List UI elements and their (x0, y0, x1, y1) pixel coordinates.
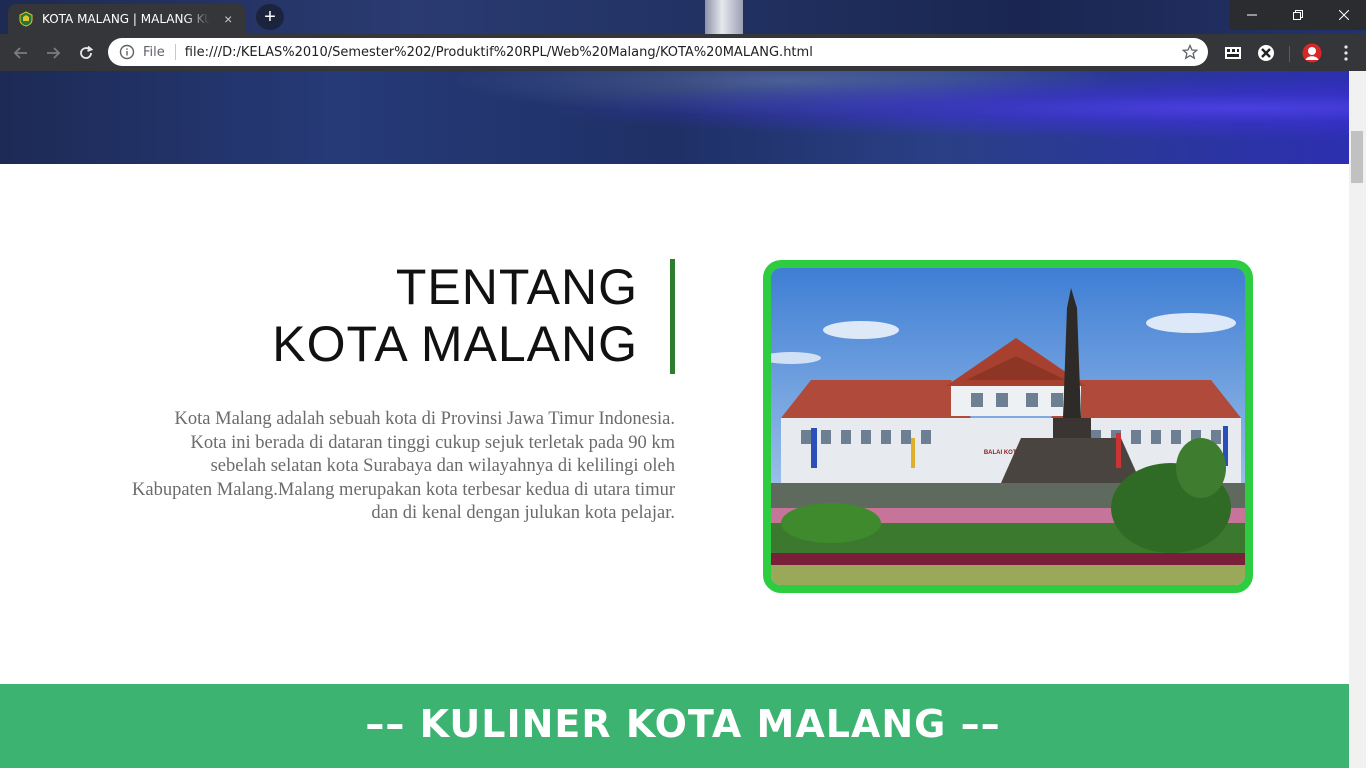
extension-icon[interactable] (1223, 43, 1243, 63)
about-title-line1: TENTANG (395, 259, 638, 315)
about-title: TENTANG KOTA MALANG (272, 259, 638, 373)
address-bar[interactable]: File file:///D:/KELAS%2010/Semester%202/… (108, 38, 1208, 66)
plus-icon[interactable]: + (256, 4, 284, 30)
back-arrow-icon[interactable] (10, 42, 32, 64)
minimize-icon[interactable] (1229, 0, 1275, 30)
vertical-scrollbar[interactable] (1349, 71, 1366, 768)
city-hall-photo: BALAI KOTA MALANG (763, 260, 1253, 593)
about-paragraph-line: Kota ini berada di dataran tinggi cukup … (190, 432, 675, 453)
kuliner-section-header: –– KULINER KOTA MALANG –– (0, 684, 1349, 768)
close-icon[interactable]: × (220, 11, 236, 27)
title-accent-bar (670, 259, 675, 374)
browser-tab[interactable]: KOTA MALANG | MALANG KUCECWARA × (8, 4, 246, 34)
about-paragraph-line: sebelah selatan kota Surabaya dan wilaya… (210, 456, 675, 476)
info-icon[interactable] (119, 44, 135, 60)
browser-toolbar: File file:///D:/KELAS%2010/Semester%202/… (0, 34, 1366, 71)
kebab-menu-icon[interactable] (1336, 43, 1356, 63)
about-paragraph-line: dan di kenal dengan julukan kota pelajar… (371, 503, 675, 523)
window-close-icon[interactable] (1321, 0, 1366, 30)
hero-banner (0, 71, 1349, 164)
window-background-decoration (705, 0, 743, 34)
scrollbar-thumb[interactable] (1351, 131, 1363, 183)
page-viewport: TENTANG KOTA MALANG Kota Malang adalah s… (0, 71, 1349, 768)
about-paragraph-line: Kota Malang adalah sebuah kota di Provin… (174, 409, 675, 429)
reload-icon[interactable] (75, 42, 97, 64)
section-heading: –– KULINER KOTA MALANG –– (365, 702, 1001, 746)
about-title-line2: KOTA MALANG (272, 316, 638, 372)
tab-strip: KOTA MALANG | MALANG KUCECWARA × + (0, 0, 1366, 34)
about-paragraph-line: Kabupaten Malang.Malang merupakan kota t… (132, 479, 675, 500)
address-url[interactable]: file:///D:/KELAS%2010/Semester%202/Produ… (185, 45, 813, 60)
city-hall-illustration: BALAI KOTA MALANG (771, 268, 1245, 585)
restore-icon[interactable] (1275, 0, 1321, 30)
about-paragraph: Kota Malang adalah sebuah kota di Provin… (84, 408, 675, 526)
address-separator (174, 44, 176, 60)
address-scheme-label: File (143, 44, 165, 60)
profile-avatar-icon[interactable] (1302, 43, 1322, 63)
forward-arrow-icon[interactable] (42, 42, 64, 64)
toolbar-divider (1289, 46, 1290, 62)
malang-logo-icon (18, 11, 34, 27)
extension-icon[interactable] (1256, 43, 1276, 63)
star-icon[interactable] (1182, 44, 1198, 60)
tab-title: KOTA MALANG | MALANG KUCECWARA (42, 12, 211, 26)
